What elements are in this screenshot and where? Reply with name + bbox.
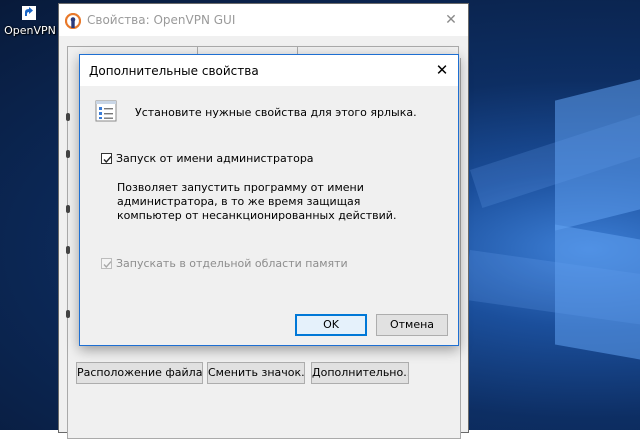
desktop-icon-openvpn[interactable]: OpenVPN (0, 6, 60, 40)
properties-title: Свойства: OpenVPN GUI (87, 13, 236, 27)
properties-titlebar: Свойства: OpenVPN GUI ✕ (59, 4, 468, 36)
change-icon-button[interactable]: Сменить значок... (207, 362, 305, 384)
dialog-titlebar: Дополнительные свойства ✕ (80, 55, 458, 86)
run-as-admin-checkbox[interactable] (101, 153, 112, 164)
wallpaper-window-pane (555, 224, 640, 360)
hidden-field-edge (66, 246, 70, 254)
checklist-icon (95, 100, 117, 122)
file-location-button[interactable]: Расположение файла (76, 362, 203, 384)
desktop-icon-label: OpenVPN (4, 24, 56, 37)
advanced-properties-dialog: Дополнительные свойства ✕ Установите нуж… (79, 54, 459, 346)
wallpaper-window-pane (555, 79, 640, 231)
advanced-button[interactable]: Дополнительно... (311, 362, 409, 384)
openvpn-icon (65, 13, 81, 29)
dialog-close-button[interactable]: ✕ (430, 59, 454, 81)
dialog-title: Дополнительные свойства (89, 64, 259, 78)
run-as-admin-description: Позволяет запустить программу от имени а… (117, 181, 397, 222)
hidden-field-edge (66, 150, 70, 158)
hidden-field-edge (66, 310, 70, 318)
checkmark-icon (103, 261, 112, 269)
separate-memory-checkbox[interactable] (101, 258, 112, 269)
properties-close-button[interactable]: ✕ (440, 10, 462, 30)
run-as-admin-label[interactable]: Запуск от имени администратора (116, 152, 314, 165)
shortcut-arrow-icon (22, 6, 36, 20)
cancel-button[interactable]: Отмена (376, 314, 448, 336)
ok-button[interactable]: OK (295, 314, 367, 336)
hidden-field-edge (66, 113, 70, 121)
separate-memory-label[interactable]: Запускать в отдельной области памяти (116, 257, 348, 270)
checkmark-icon (103, 156, 112, 164)
dialog-info-text: Установите нужные свойства для этого ярл… (135, 106, 417, 119)
hidden-field-edge (66, 205, 70, 213)
